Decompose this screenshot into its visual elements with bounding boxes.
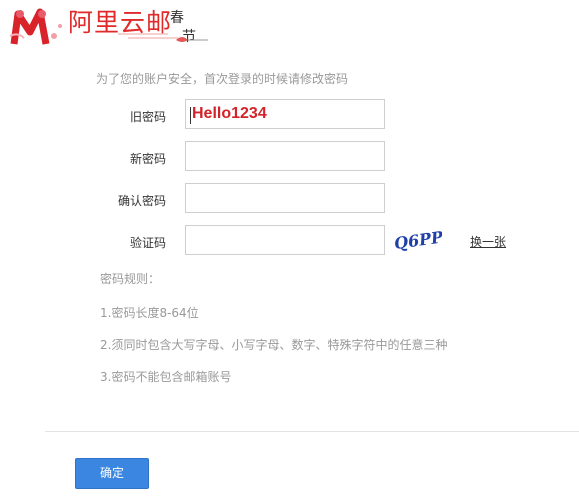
refresh-captcha-link[interactable]: 换一张 [470,233,506,250]
text-caret [190,107,191,124]
captcha-input[interactable] [185,225,385,255]
festival-char-spring: 春 [170,10,184,26]
confirm-password-input[interactable] [185,183,385,213]
brand-m-logo-icon [9,8,62,45]
captcha-image-text: Q6PP [393,227,442,253]
old-password-input[interactable] [185,99,385,129]
new-password-label: 新密码 [129,152,166,166]
confirm-password-label: 确认密码 [117,194,166,208]
new-password-input[interactable] [185,141,385,171]
password-rule-complexity: 2.须同时包含大写字母、小写字母、数字、特殊字符中的任意三种 [100,338,448,352]
captcha-label: 验证码 [129,236,166,250]
security-notice: 为了您的账户安全，首次登录的时候请修改密码 [96,72,349,86]
confirm-button[interactable]: 确定 [75,458,149,489]
password-rules-title: 密码规则： [100,272,161,286]
password-rule-length: 1.密码长度8-64位 [100,306,199,320]
footer-divider [45,431,579,432]
password-rule-no-email: 3.密码不能包含邮箱账号 [100,370,232,384]
festival-decoration-icon [118,33,208,42]
app-header: 阿里云邮 春 节 [0,0,579,60]
old-password-label: 旧密码 [129,110,166,124]
captcha-image[interactable]: Q6PP [392,226,442,254]
